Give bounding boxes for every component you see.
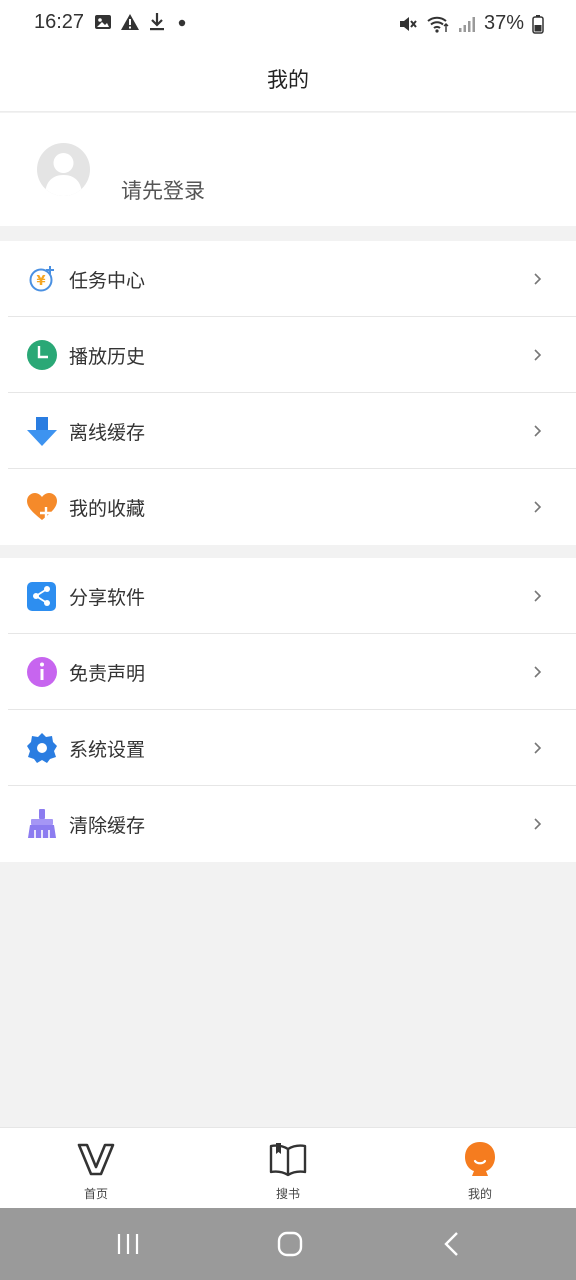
avatar[interactable] (37, 143, 90, 196)
menu-item-label: 免责声明 (69, 663, 146, 685)
tab-my[interactable]: 我的 (384, 1128, 576, 1209)
home-button[interactable] (270, 1228, 310, 1260)
menu-item-clear-cache[interactable]: 清除缓存 (0, 786, 576, 862)
status-time: 16:27 (34, 11, 85, 33)
menu-item-label: 清除缓存 (69, 815, 146, 837)
download-arrow-icon (27, 417, 57, 446)
broom-icon (28, 809, 56, 838)
menu-item-offline-cache[interactable]: 离线缓存 (0, 393, 576, 469)
share-icon (27, 582, 56, 611)
menu-group-secondary: 分享软件 免责声明 系统设置 清除缓存 (0, 558, 576, 862)
menu-item-play-history[interactable]: 播放历史 (0, 317, 576, 393)
back-button[interactable] (432, 1228, 472, 1260)
dot-icon (178, 19, 186, 27)
chevron-right-icon (534, 425, 542, 437)
tab-search-books[interactable]: 搜书 (192, 1128, 384, 1209)
status-system-icons: 37% (398, 12, 544, 35)
profile-card[interactable]: 请先登录 (0, 113, 576, 226)
chevron-right-icon (534, 666, 542, 678)
menu-item-favorites[interactable]: 我的收藏 (0, 469, 576, 545)
chevron-right-icon (534, 501, 542, 513)
heart-plus-icon (27, 493, 57, 520)
home-v-icon (77, 1143, 115, 1176)
book-icon (269, 1143, 307, 1177)
gear-icon (27, 733, 57, 763)
clock-icon (27, 340, 57, 370)
menu-item-label: 分享软件 (69, 587, 146, 609)
info-icon (27, 657, 57, 687)
recents-button[interactable] (108, 1228, 148, 1260)
menu-item-label: 系统设置 (69, 739, 146, 761)
title-bar: 我的 (0, 48, 576, 112)
default-avatar-icon (45, 153, 82, 196)
mute-icon (399, 16, 417, 31)
battery-icon (532, 14, 544, 34)
download-icon (150, 13, 164, 31)
task-center-icon: ¥ (29, 266, 54, 292)
bottom-tab-bar: 首页 搜书 我的 (0, 1127, 576, 1208)
tab-label: 我的 (467, 1187, 492, 1201)
chevron-right-icon (534, 349, 542, 361)
tab-label: 首页 (83, 1187, 108, 1201)
profile-mascot-icon (465, 1142, 495, 1176)
menu-item-disclaimer[interactable]: 免责声明 (0, 634, 576, 710)
battery-percent: 37% (483, 12, 524, 34)
tab-home[interactable]: 首页 (0, 1128, 192, 1209)
menu-item-system-settings[interactable]: 系统设置 (0, 710, 576, 786)
menu-item-task-center[interactable]: ¥ 任务中心 (0, 241, 576, 317)
menu-item-label: 我的收藏 (69, 498, 146, 520)
wifi-icon (427, 16, 449, 33)
menu-item-label: 播放历史 (69, 346, 146, 368)
image-icon (95, 15, 111, 29)
signal-icon (458, 16, 475, 32)
chevron-right-icon (534, 273, 542, 285)
status-bar: 16:27 37% (0, 0, 576, 48)
menu-item-share-app[interactable]: 分享软件 (0, 558, 576, 634)
svg-text:¥: ¥ (36, 274, 45, 289)
chevron-right-icon (534, 742, 542, 754)
chevron-right-icon (534, 590, 542, 602)
menu-item-label: 离线缓存 (69, 422, 146, 444)
tab-label: 搜书 (275, 1187, 300, 1201)
menu-group-primary: ¥ 任务中心 播放历史 离线缓存 我的收藏 (0, 241, 576, 545)
system-nav-bar (0, 1208, 576, 1280)
status-notification-icons (94, 12, 190, 32)
menu-item-label: 任务中心 (69, 270, 146, 292)
page-title: 我的 (267, 68, 309, 92)
chevron-right-icon (534, 818, 542, 830)
login-prompt[interactable]: 请先登录 (121, 175, 205, 205)
warning-icon (121, 14, 139, 30)
